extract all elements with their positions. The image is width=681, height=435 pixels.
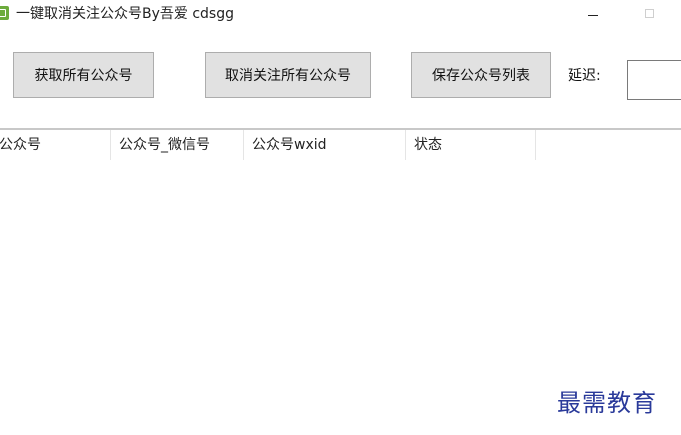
column-header-account[interactable]: 公众号	[0, 130, 111, 160]
window-title: 一键取消关注公众号By吾爱 cdsgg	[16, 6, 234, 22]
minimize-button[interactable]	[570, 0, 616, 30]
title-bar[interactable]: 一键取消关注公众号By吾爱 cdsgg	[0, 0, 681, 30]
get-all-accounts-button[interactable]: 获取所有公众号	[13, 52, 154, 98]
column-header-status[interactable]: 状态	[406, 130, 536, 160]
app-window: 一键取消关注公众号By吾爱 cdsgg 获取所有公众号 取消关注所有公众号 保存…	[0, 0, 681, 435]
watermark: 最需教育	[557, 389, 657, 417]
maximize-button[interactable]	[627, 0, 673, 30]
save-list-button[interactable]: 保存公众号列表	[411, 52, 551, 98]
delay-input[interactable]	[627, 60, 681, 100]
unfollow-all-button[interactable]: 取消关注所有公众号	[205, 52, 371, 98]
column-header-wechat-id[interactable]: 公众号_微信号	[111, 130, 244, 160]
delay-label: 延迟:	[568, 68, 601, 84]
column-header-wxid[interactable]: 公众号wxid	[244, 130, 406, 160]
app-icon	[0, 6, 9, 20]
list-header: 公众号 公众号_微信号 公众号wxid 状态	[0, 130, 681, 160]
